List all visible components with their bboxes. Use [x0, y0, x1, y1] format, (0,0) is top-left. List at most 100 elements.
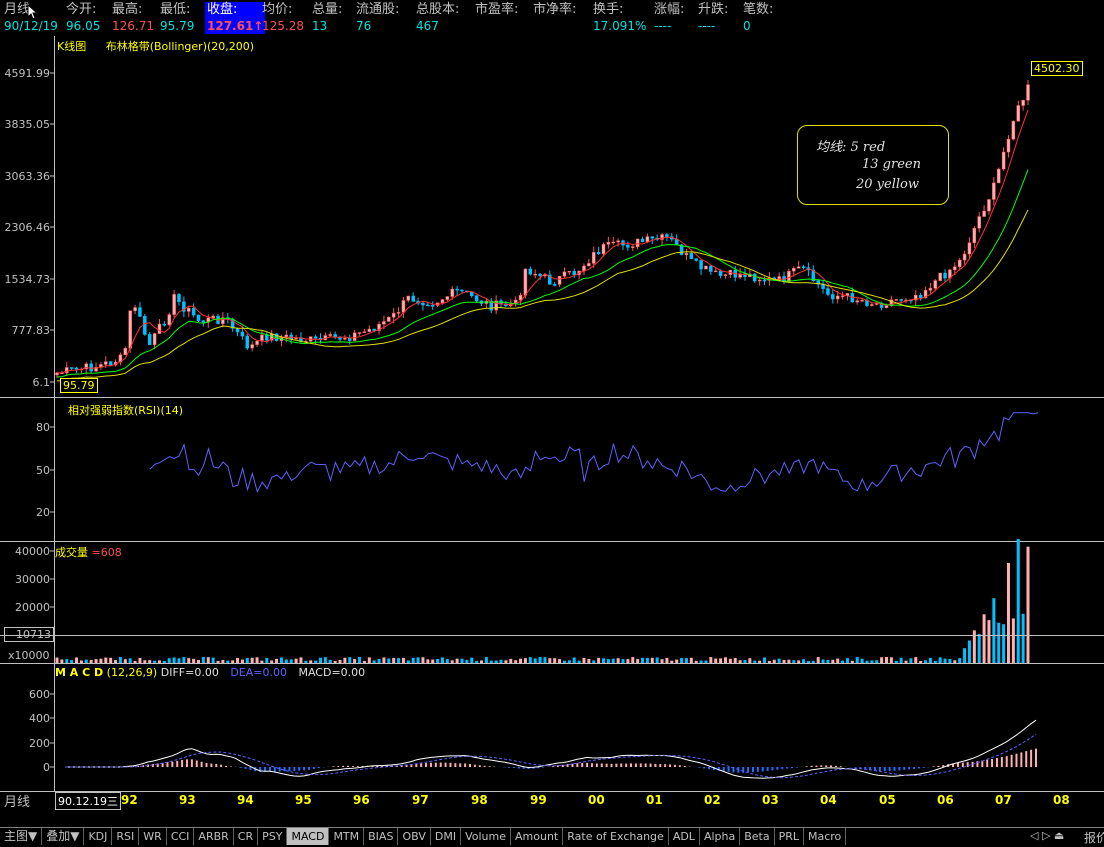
volume-bar	[987, 620, 991, 663]
tab-amount[interactable]: Amount	[511, 828, 564, 845]
header-field-label: 流通股:	[356, 2, 400, 17]
tab-prl[interactable]: PRL	[775, 828, 804, 845]
volume-bar	[777, 658, 781, 663]
header-field-label: 市净率:	[533, 2, 577, 17]
volume-bar	[860, 658, 864, 663]
tab-adl[interactable]: ADL	[669, 828, 700, 845]
candle-body	[635, 238, 640, 247]
volume-bar	[543, 657, 547, 663]
indicator-tab-bar: 主图▼ 叠加▼ KDJ RSI WR CCI ARBR CR PSY MACD MTM BIAS OBV…	[0, 827, 1104, 847]
volume-bar	[504, 660, 508, 663]
x-axis-year-label: 95	[295, 793, 312, 807]
candle-body	[689, 253, 694, 259]
volume-bar	[401, 657, 405, 663]
candle-body	[211, 315, 215, 318]
candle-body	[1006, 138, 1011, 153]
x-axis-year-label: 98	[471, 793, 488, 807]
candle-body	[928, 288, 933, 291]
candle-body	[460, 289, 464, 292]
candle-body	[352, 332, 357, 341]
quote-button[interactable]: 报价	[1084, 829, 1104, 846]
tab-rate-of-exchange[interactable]: Rate of Exchange	[563, 828, 669, 845]
candle-body	[343, 337, 347, 340]
volume-bar	[680, 658, 684, 663]
volume-bar	[538, 657, 542, 663]
volume-bar	[723, 657, 727, 663]
volume-bar	[967, 640, 971, 663]
volume-bar	[592, 660, 596, 663]
volume-bar	[806, 660, 810, 663]
volume-bar	[197, 659, 201, 663]
macd-title: M A C D (12,26,9) DIFF=0.00 DEA=0.00 MAC…	[55, 666, 365, 679]
header-field-label: 换手:	[593, 2, 624, 17]
volume-bar	[294, 658, 298, 663]
volume-bar	[187, 658, 191, 663]
candle-body	[245, 335, 250, 349]
main-chart-menu[interactable]: 主图▼	[0, 828, 43, 845]
candle-body	[591, 252, 596, 264]
tab-macro[interactable]: Macro	[804, 828, 847, 845]
volume-bar	[343, 657, 347, 663]
candle-body	[611, 241, 616, 244]
volume-bar	[109, 657, 113, 663]
header-field-label: 均价:	[262, 2, 293, 17]
ma-legend-note: 均线: 5 red 13 green 20 yellow	[797, 125, 949, 205]
volume-bar	[523, 658, 527, 663]
tab-rsi[interactable]: RSI	[112, 828, 140, 845]
tab-wr[interactable]: WR	[139, 828, 167, 845]
candle-body	[1001, 151, 1006, 170]
volume-bar	[616, 658, 620, 663]
candle-body	[89, 363, 93, 372]
tab-alpha[interactable]: Alpha	[700, 828, 741, 845]
volume-bar	[802, 659, 806, 663]
header-field-value: 127.61↑	[205, 18, 266, 34]
volume-bar	[875, 660, 879, 663]
volume-bar	[597, 657, 601, 663]
volume-bar	[60, 659, 64, 663]
candle-body	[977, 216, 981, 229]
volume-bar	[519, 658, 523, 663]
candle-body	[69, 367, 74, 369]
volume-bar	[201, 657, 205, 663]
candle-body	[967, 242, 972, 255]
x-axis-cursor-date: 90.12.19三	[55, 792, 121, 810]
volume-bar	[314, 660, 318, 663]
header-field-label: 总股本:	[416, 2, 460, 17]
volume-bar	[353, 659, 357, 663]
volume-bar	[65, 659, 69, 663]
tab-macd[interactable]: MACD	[287, 828, 330, 845]
tab-beta[interactable]: Beta	[740, 828, 775, 845]
volume-bar	[582, 657, 586, 663]
tab-bias[interactable]: BIAS	[364, 828, 399, 845]
volume-bar	[167, 658, 171, 663]
volume-bar	[792, 660, 796, 663]
tab-arbr[interactable]: ARBR	[194, 828, 234, 845]
overlay-menu[interactable]: 叠加▼	[42, 828, 85, 845]
tab-cr[interactable]: CR	[234, 828, 259, 845]
tab-dmi[interactable]: DMI	[431, 828, 462, 845]
volume-bar	[55, 657, 59, 663]
candle-body	[996, 168, 1001, 184]
tab-obv[interactable]: OBV	[398, 828, 431, 845]
scroll-arrows-icon[interactable]: ◁ ▷ ⏏	[1030, 829, 1064, 842]
candle-body	[138, 307, 142, 317]
tab-mtm[interactable]: MTM	[329, 828, 365, 845]
candle-body	[835, 295, 840, 300]
tab-psy[interactable]: PSY	[258, 828, 288, 845]
volume-bar	[567, 660, 571, 663]
candle-body	[172, 294, 176, 315]
volume-bar	[743, 659, 747, 663]
header-field-label: 总量:	[312, 2, 343, 17]
tab-volume[interactable]: Volume	[461, 828, 511, 845]
tab-kdj[interactable]: KDJ	[84, 828, 113, 845]
volume-bar	[494, 660, 498, 663]
candle-body	[391, 312, 396, 318]
volume-bar	[577, 660, 581, 663]
macd-tick: 600	[29, 688, 50, 701]
mouse-cursor-icon	[27, 4, 39, 20]
tab-cci[interactable]: CCI	[167, 828, 195, 845]
candle-body	[104, 361, 108, 365]
candle-body	[421, 302, 425, 306]
volume-bar	[855, 657, 859, 663]
volume-bar	[70, 660, 74, 663]
